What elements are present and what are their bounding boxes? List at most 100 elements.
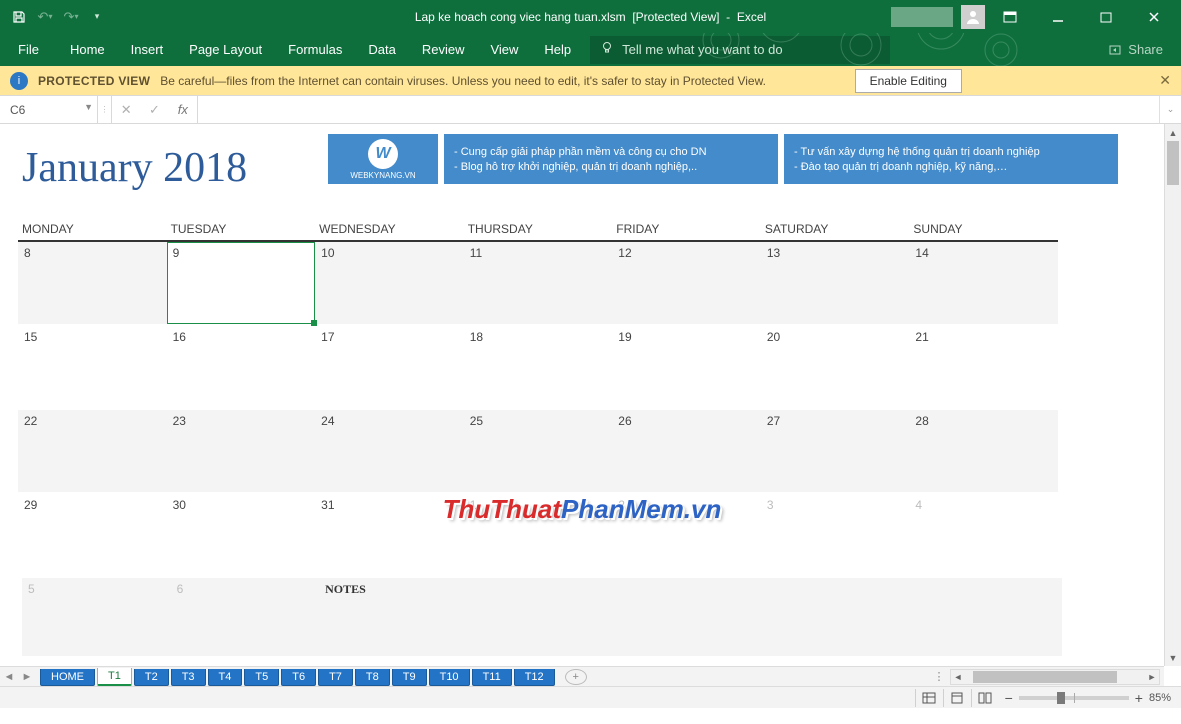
scroll-right-button[interactable]: ► bbox=[1145, 672, 1159, 682]
calendar-cell[interactable]: 26 bbox=[612, 410, 761, 492]
tab-insert[interactable]: Insert bbox=[118, 33, 177, 66]
calendar-cell[interactable]: 17 bbox=[315, 326, 464, 408]
sheet-tab[interactable]: T11 bbox=[472, 669, 512, 686]
zoom-level[interactable]: 85% bbox=[1149, 692, 1171, 704]
sheet-tab[interactable]: T7 bbox=[318, 669, 353, 686]
scroll-up-button[interactable]: ▲ bbox=[1165, 124, 1181, 141]
page-layout-view-button[interactable] bbox=[943, 689, 971, 707]
save-button[interactable] bbox=[8, 6, 30, 28]
qat-customize-button[interactable]: ▾ bbox=[86, 6, 108, 28]
maximize-button[interactable] bbox=[1083, 0, 1129, 33]
calendar-cell[interactable]: 14 bbox=[909, 242, 1058, 324]
tell-me-input[interactable] bbox=[622, 42, 880, 57]
zoom-in-button[interactable]: + bbox=[1135, 690, 1143, 706]
tab-data[interactable]: Data bbox=[355, 33, 408, 66]
scroll-thumb[interactable] bbox=[973, 671, 1117, 683]
tab-scroll-right-button[interactable]: ► bbox=[18, 671, 36, 683]
tab-options-button[interactable]: ⋮ bbox=[928, 670, 950, 683]
calendar-cell[interactable]: 10 bbox=[315, 242, 464, 324]
calendar-cell[interactable]: 27 bbox=[761, 410, 910, 492]
normal-view-button[interactable] bbox=[915, 689, 943, 707]
calendar-cell[interactable]: 29 bbox=[18, 494, 167, 576]
redo-button[interactable]: ↷▾ bbox=[60, 6, 82, 28]
undo-button[interactable]: ↶▾ bbox=[34, 6, 56, 28]
sheet-tab[interactable]: T6 bbox=[281, 669, 316, 686]
close-button[interactable] bbox=[1131, 0, 1177, 33]
calendar-cell[interactable]: 28 bbox=[909, 410, 1058, 492]
calendar-cell[interactable]: 8 bbox=[18, 242, 167, 324]
calendar-cell[interactable]: 30 bbox=[167, 494, 316, 576]
tab-review[interactable]: Review bbox=[409, 33, 478, 66]
sheet-tab[interactable]: T8 bbox=[355, 669, 390, 686]
calendar-cell[interactable]: 12 bbox=[612, 242, 761, 324]
calendar-cell[interactable]: 2 bbox=[612, 494, 761, 576]
sheet-tab[interactable]: T4 bbox=[208, 669, 243, 686]
calendar-cell[interactable]: 21 bbox=[909, 326, 1058, 408]
calendar-cell[interactable]: 16 bbox=[167, 326, 316, 408]
expand-formula-bar-button[interactable]: ⌄ bbox=[1159, 96, 1181, 123]
horizontal-scrollbar[interactable]: ◄ ► bbox=[950, 669, 1160, 685]
sheet-tab[interactable]: T9 bbox=[392, 669, 427, 686]
calendar-cell[interactable]: 6 bbox=[171, 578, 320, 656]
sheet-tab-active[interactable]: T1 bbox=[97, 668, 132, 686]
calendar-cell[interactable]: 24 bbox=[315, 410, 464, 492]
close-warning-button[interactable]: ✕ bbox=[1159, 72, 1171, 89]
tell-me-search[interactable] bbox=[590, 36, 890, 64]
sheet-tab[interactable]: T12 bbox=[514, 669, 555, 686]
calendar-cell[interactable]: 15 bbox=[18, 326, 167, 408]
calendar-cell[interactable]: 31 bbox=[315, 494, 464, 576]
calendar-cell[interactable]: 22 bbox=[18, 410, 167, 492]
tab-page-layout[interactable]: Page Layout bbox=[176, 33, 275, 66]
enter-formula-button[interactable]: ✓ bbox=[144, 102, 164, 118]
protected-view-title: PROTECTED VIEW bbox=[38, 74, 150, 88]
user-avatar[interactable] bbox=[961, 5, 985, 29]
calendar-cell[interactable]: 4 bbox=[909, 494, 1058, 576]
calendar-cell[interactable]: 18 bbox=[464, 326, 613, 408]
chevron-down-icon[interactable]: ▼ bbox=[84, 102, 93, 112]
zoom-out-button[interactable]: − bbox=[1005, 690, 1013, 706]
calendar-cell[interactable]: 5 bbox=[22, 578, 171, 656]
vertical-scrollbar[interactable]: ▲ ▼ bbox=[1164, 124, 1181, 666]
zoom-thumb[interactable] bbox=[1057, 692, 1065, 704]
enable-editing-button[interactable]: Enable Editing bbox=[855, 69, 962, 93]
sheet-tab[interactable]: T5 bbox=[244, 669, 279, 686]
share-button[interactable]: Share bbox=[1108, 42, 1181, 57]
scroll-down-button[interactable]: ▼ bbox=[1165, 649, 1181, 666]
insert-function-button[interactable]: fx bbox=[173, 102, 193, 117]
notes-label[interactable]: NOTES bbox=[319, 578, 1062, 656]
page-break-view-button[interactable] bbox=[971, 689, 999, 707]
tab-view[interactable]: View bbox=[477, 33, 531, 66]
sheet-tabs-strip: ◄ ► HOME T1 T2 T3 T4 T5 T6 T7 T8 T9 T10 … bbox=[0, 666, 1164, 686]
worksheet-content[interactable]: January 2018 W WEBKYNANG.VN - Cung cấp g… bbox=[0, 124, 1164, 666]
calendar-cell[interactable]: 20 bbox=[761, 326, 910, 408]
calendar-cell[interactable]: 19 bbox=[612, 326, 761, 408]
tab-help[interactable]: Help bbox=[531, 33, 584, 66]
sheet-tab-home[interactable]: HOME bbox=[40, 669, 95, 686]
calendar-cell[interactable]: 11 bbox=[464, 242, 613, 324]
tab-file[interactable]: File bbox=[0, 33, 57, 66]
scroll-track[interactable] bbox=[1165, 141, 1181, 649]
sheet-tab[interactable]: T10 bbox=[429, 669, 470, 686]
calendar-cell[interactable]: 13 bbox=[761, 242, 910, 324]
calendar-cell-selected[interactable]: 9 bbox=[167, 242, 316, 324]
name-box-splitter[interactable]: ⋮ bbox=[98, 96, 112, 123]
tab-formulas[interactable]: Formulas bbox=[275, 33, 355, 66]
calendar-cell[interactable]: 1 bbox=[464, 494, 613, 576]
zoom-slider[interactable] bbox=[1019, 696, 1129, 700]
cancel-formula-button[interactable]: ✕ bbox=[116, 102, 136, 118]
new-sheet-button[interactable]: + bbox=[565, 669, 587, 685]
calendar-cell[interactable]: 25 bbox=[464, 410, 613, 492]
ribbon-display-options-button[interactable] bbox=[987, 0, 1033, 33]
scroll-thumb[interactable] bbox=[1167, 141, 1179, 185]
sheet-tab[interactable]: T3 bbox=[171, 669, 206, 686]
protected-view-bar: i PROTECTED VIEW Be careful—files from t… bbox=[0, 66, 1181, 96]
sheet-tab[interactable]: T2 bbox=[134, 669, 169, 686]
calendar-cell[interactable]: 23 bbox=[167, 410, 316, 492]
name-box[interactable]: C6 ▼ bbox=[0, 96, 98, 123]
calendar-cell[interactable]: 3 bbox=[761, 494, 910, 576]
tab-home[interactable]: Home bbox=[57, 33, 118, 66]
minimize-button[interactable] bbox=[1035, 0, 1081, 33]
user-name-placeholder[interactable] bbox=[891, 7, 953, 27]
tab-scroll-left-button[interactable]: ◄ bbox=[0, 671, 18, 683]
scroll-left-button[interactable]: ◄ bbox=[951, 672, 965, 682]
